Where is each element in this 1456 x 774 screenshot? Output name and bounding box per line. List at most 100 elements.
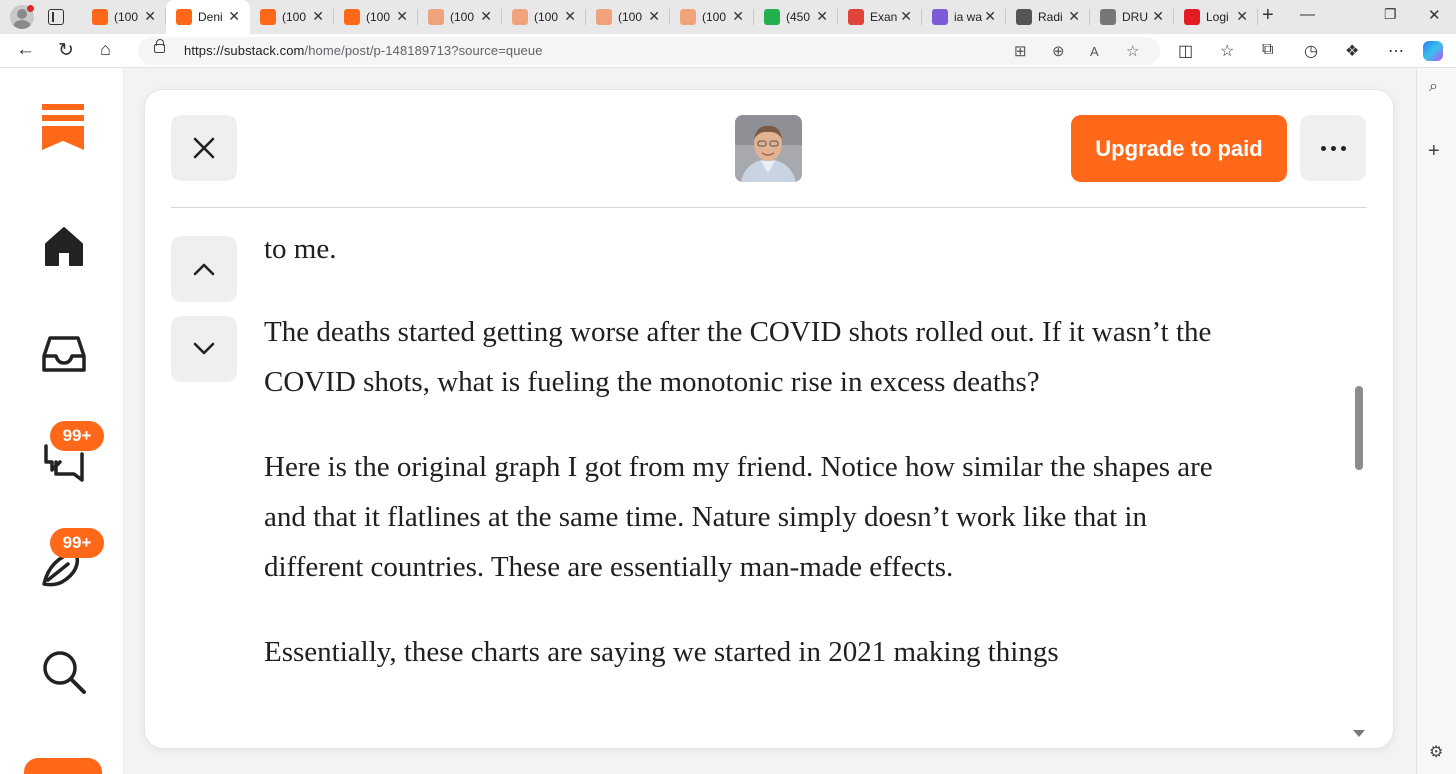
upgrade-button[interactable]: Upgrade to paid bbox=[1071, 115, 1287, 182]
copilot-icon[interactable] bbox=[1423, 41, 1443, 61]
tab-close-icon[interactable]: ✕ bbox=[144, 8, 156, 25]
browser-tab[interactable]: (100 ✕ bbox=[418, 0, 502, 34]
browser-tab[interactable]: ia wa ✕ bbox=[922, 0, 1006, 34]
substack-logo-icon[interactable] bbox=[42, 104, 84, 150]
sidebar-search-icon[interactable]: ⌕ bbox=[1429, 78, 1438, 96]
tab-close-icon[interactable]: ✕ bbox=[1068, 8, 1080, 25]
history-icon[interactable]: ◷ bbox=[1304, 41, 1318, 61]
browser-tab[interactable]: (100 ✕ bbox=[250, 0, 334, 34]
favorites-icon[interactable]: ☆ bbox=[1220, 41, 1234, 61]
previous-post-button[interactable] bbox=[171, 236, 237, 302]
paragraph: to me. bbox=[264, 233, 337, 265]
browser-tab[interactable]: Exan ✕ bbox=[838, 0, 922, 34]
paragraph: Here is the original graph I got from my… bbox=[264, 451, 1213, 583]
favorite-star-icon[interactable]: ☆ bbox=[1126, 42, 1139, 60]
tab-close-icon[interactable]: ✕ bbox=[564, 8, 576, 25]
author-avatar[interactable] bbox=[735, 115, 802, 182]
browser-tab[interactable]: (100 ✕ bbox=[586, 0, 670, 34]
tab-title: Deni bbox=[198, 10, 223, 24]
collections-icon[interactable]: ⧉ bbox=[1262, 41, 1273, 59]
gettr-g-icon bbox=[764, 9, 780, 25]
browser-tab[interactable]: Logi ✕ bbox=[1174, 0, 1258, 34]
restore-icon[interactable]: ❐ bbox=[1384, 6, 1397, 23]
zoom-icon[interactable]: ⊕ bbox=[1052, 42, 1065, 60]
paragraph: Essentially, these charts are saying we … bbox=[264, 636, 1059, 668]
tab-title: (100 bbox=[618, 10, 643, 24]
extensions-icon[interactable]: ❖ bbox=[1345, 41, 1359, 61]
paragraph: The deaths started getting worse after t… bbox=[264, 316, 1212, 398]
tab-title: (100 bbox=[450, 10, 475, 24]
address-url: https://substack.com/home/post/p-1481897… bbox=[184, 43, 543, 58]
tab-close-icon[interactable]: ✕ bbox=[984, 8, 996, 25]
activity-badge: 99+ bbox=[50, 528, 104, 558]
split-screen-icon[interactable]: ◫ bbox=[1178, 41, 1193, 61]
drudge-icon bbox=[1100, 9, 1116, 25]
tab-close-icon[interactable]: ✕ bbox=[1236, 8, 1248, 25]
settings-more-icon[interactable]: ⋯ bbox=[1388, 41, 1404, 61]
refresh-icon[interactable]: ↻ bbox=[58, 39, 74, 62]
scrollbar-thumb[interactable] bbox=[1355, 386, 1363, 470]
tab-title: (100 bbox=[534, 10, 559, 24]
new-tab-button[interactable]: + bbox=[1262, 4, 1274, 27]
back-icon[interactable]: ← bbox=[16, 39, 35, 61]
tab-close-icon[interactable]: ✕ bbox=[648, 8, 660, 25]
browser-tab[interactable]: Radi ✕ bbox=[1006, 0, 1090, 34]
sidebar-settings-icon[interactable]: ⚙ bbox=[1429, 742, 1443, 762]
read-aloud-icon[interactable]: A bbox=[1090, 44, 1099, 59]
home-icon[interactable]: ⌂ bbox=[100, 39, 111, 60]
tab-close-icon[interactable]: ✕ bbox=[396, 8, 408, 25]
login-icon bbox=[1184, 9, 1200, 25]
browser-tab[interactable]: Deni ✕ bbox=[166, 0, 250, 34]
close-reader-button[interactable] bbox=[171, 115, 237, 181]
url-host: https://substack.com bbox=[184, 43, 305, 58]
tab-close-icon[interactable]: ✕ bbox=[228, 8, 240, 25]
tab-close-icon[interactable]: ✕ bbox=[900, 8, 912, 25]
tab-title: (100 bbox=[114, 10, 139, 24]
close-window-icon[interactable]: ✕ bbox=[1428, 6, 1441, 24]
more-dots-icon bbox=[1320, 145, 1326, 151]
tab-title: (100 bbox=[702, 10, 727, 24]
inbox-nav-icon[interactable] bbox=[40, 330, 88, 378]
tab-close-icon[interactable]: ✕ bbox=[312, 8, 324, 25]
browser-tab-strip: (100 ✕ Deni ✕ (100 ✕ (100 ✕ (100 ✕ (100 ✕ (100 ✕ (100 ✕… bbox=[0, 0, 1456, 34]
create-post-button[interactable] bbox=[24, 758, 102, 774]
lock-icon[interactable] bbox=[154, 39, 165, 53]
browser-tab[interactable]: (100 ✕ bbox=[82, 0, 166, 34]
substack-icon bbox=[344, 9, 360, 25]
substack-icon bbox=[260, 9, 276, 25]
browser-tab[interactable]: (100 ✕ bbox=[670, 0, 754, 34]
tab-title: Radi bbox=[1038, 10, 1063, 24]
next-post-button[interactable] bbox=[171, 316, 237, 382]
home-nav-icon[interactable] bbox=[40, 222, 88, 270]
more-options-button[interactable] bbox=[1300, 115, 1366, 181]
tab-title: (100 bbox=[366, 10, 391, 24]
tab-close-icon[interactable]: ✕ bbox=[1152, 8, 1164, 25]
x-icon bbox=[1016, 9, 1032, 25]
browser-tab[interactable]: (100 ✕ bbox=[502, 0, 586, 34]
browser-tab[interactable]: DRU ✕ bbox=[1090, 0, 1174, 34]
tab-list: (100 ✕ Deni ✕ (100 ✕ (100 ✕ (100 ✕ (100 ✕ (100 ✕ (100 ✕… bbox=[82, 0, 1258, 34]
tab-close-icon[interactable]: ✕ bbox=[816, 8, 828, 25]
edge-sidebar: ⌕ + ⚙ bbox=[1416, 68, 1456, 774]
substack-icon bbox=[428, 9, 444, 25]
tab-title: Exan bbox=[870, 10, 898, 24]
substack-icon bbox=[596, 9, 612, 25]
tab-title: DRU bbox=[1122, 10, 1148, 24]
browser-tab[interactable]: (450 ✕ bbox=[754, 0, 838, 34]
tab-close-icon[interactable]: ✕ bbox=[480, 8, 492, 25]
chevron-down-icon bbox=[193, 342, 215, 355]
tab-actions-icon[interactable] bbox=[48, 9, 64, 25]
sidebar-add-icon[interactable]: + bbox=[1428, 140, 1440, 163]
search-nav-icon[interactable] bbox=[40, 648, 88, 696]
substack-icon bbox=[512, 9, 528, 25]
minimize-icon[interactable]: — bbox=[1300, 6, 1315, 23]
browser-toolbar: ← ↻ ⌂ https://substack.com/home/post/p-1… bbox=[0, 34, 1456, 68]
tab-close-icon[interactable]: ✕ bbox=[732, 8, 744, 25]
post-reader: Upgrade to paid to me. The deaths starte… bbox=[145, 90, 1393, 748]
substack-icon bbox=[680, 9, 696, 25]
scroll-down-arrow-icon[interactable] bbox=[1353, 730, 1365, 737]
tab-title: Logi bbox=[1206, 10, 1229, 24]
app-available-icon[interactable]: ⊞ bbox=[1014, 42, 1027, 60]
browser-tab[interactable]: (100 ✕ bbox=[334, 0, 418, 34]
address-bar[interactable]: https://substack.com/home/post/p-1481897… bbox=[138, 37, 1160, 65]
